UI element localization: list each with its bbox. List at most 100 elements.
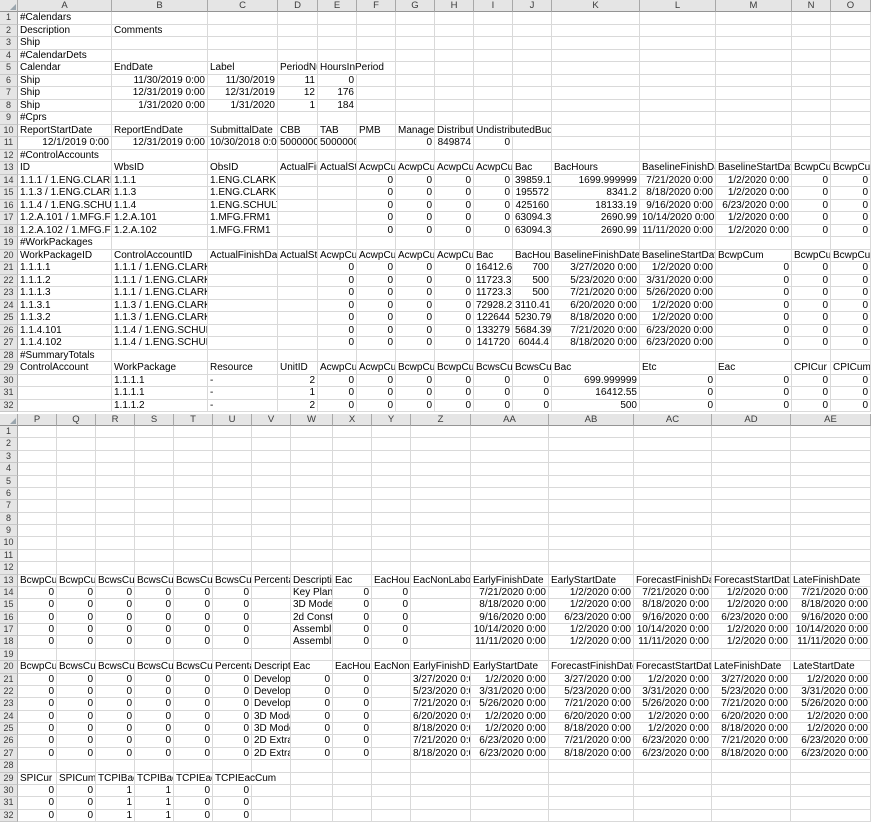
cell-Y17[interactable]: 0 — [372, 624, 411, 636]
cell-X6[interactable] — [333, 488, 372, 500]
cell-G17[interactable]: 0 — [396, 212, 435, 225]
cell-L10[interactable] — [640, 125, 716, 138]
cell-O7[interactable] — [831, 87, 871, 100]
cell-AD28[interactable] — [712, 760, 791, 772]
cell-A22[interactable]: 1.1.1.2 — [18, 275, 112, 288]
cell-S26[interactable]: 0 — [135, 735, 174, 747]
cell-E3[interactable] — [318, 37, 357, 50]
cell-H30[interactable]: 0 — [435, 375, 474, 388]
cell-P9[interactable] — [18, 525, 57, 537]
cell-AD5[interactable] — [712, 476, 791, 488]
cell-I12[interactable] — [474, 150, 513, 163]
cell-Y8[interactable] — [372, 513, 411, 525]
cell-H17[interactable]: 0 — [435, 212, 474, 225]
cell-X23[interactable]: 0 — [333, 698, 372, 710]
cell-Z26[interactable]: 7/21/2020 0:00 — [411, 735, 471, 747]
cell-AB12[interactable] — [549, 562, 634, 574]
cell-E1[interactable] — [318, 12, 357, 25]
top-col-header-A[interactable]: A — [18, 0, 112, 12]
cell-AD14[interactable]: 1/2/2020 0:00 — [712, 587, 791, 599]
cell-AB19[interactable] — [549, 649, 634, 661]
cell-F31[interactable]: 0 — [357, 387, 396, 400]
cell-L31[interactable]: 0 — [640, 387, 716, 400]
cell-B11[interactable]: 12/31/2019 0:00 — [112, 137, 208, 150]
cell-B25[interactable]: 1.1.3 / 1.ENG.CLARK — [112, 312, 208, 325]
cell-S32[interactable]: 1 — [135, 810, 174, 822]
cell-W10[interactable] — [291, 537, 333, 549]
cell-U14[interactable]: 0 — [213, 587, 252, 599]
cell-J15[interactable]: 195572 — [513, 187, 552, 200]
cell-F11[interactable] — [357, 137, 396, 150]
cell-P26[interactable]: 0 — [18, 735, 57, 747]
cell-Q6[interactable] — [57, 488, 96, 500]
cell-AC19[interactable] — [634, 649, 712, 661]
cell-U5[interactable] — [213, 476, 252, 488]
cell-P23[interactable]: 0 — [18, 698, 57, 710]
cell-N9[interactable] — [792, 112, 831, 125]
cell-P27[interactable]: 0 — [18, 748, 57, 760]
top-row-header-7[interactable]: 7 — [0, 87, 18, 100]
cell-Q10[interactable] — [57, 537, 96, 549]
cell-E13[interactable]: ActualSta — [318, 162, 357, 175]
cell-B20[interactable]: ControlAccountID — [112, 250, 208, 263]
cell-F21[interactable]: 0 — [357, 262, 396, 275]
cell-L6[interactable] — [640, 75, 716, 88]
cell-V16[interactable] — [252, 612, 291, 624]
top-row-header-22[interactable]: 22 — [0, 275, 18, 288]
cell-Q19[interactable] — [57, 649, 96, 661]
cell-C11[interactable]: 10/30/2018 0:00 — [208, 137, 278, 150]
cell-AB2[interactable] — [549, 438, 634, 450]
cell-G32[interactable]: 0 — [396, 400, 435, 413]
cell-AA17[interactable]: 10/14/2020 0:00 — [471, 624, 549, 636]
cell-K9[interactable] — [552, 112, 640, 125]
cell-O23[interactable]: 0 — [831, 287, 871, 300]
cell-AE10[interactable] — [791, 537, 871, 549]
top-col-header-M[interactable]: M — [716, 0, 792, 12]
top-row-header-9[interactable]: 9 — [0, 112, 18, 125]
cell-E28[interactable] — [318, 350, 357, 363]
cell-K7[interactable] — [552, 87, 640, 100]
cell-I30[interactable]: 0 — [474, 375, 513, 388]
cell-G30[interactable]: 0 — [396, 375, 435, 388]
cell-C5[interactable]: Label — [208, 62, 278, 75]
cell-AA7[interactable] — [471, 500, 549, 512]
cell-M9[interactable] — [716, 112, 792, 125]
cell-U3[interactable] — [213, 451, 252, 463]
cell-Z21[interactable]: 3/27/2020 0:00 — [411, 674, 471, 686]
cell-J6[interactable] — [513, 75, 552, 88]
cell-AD15[interactable]: 1/2/2020 0:00 — [712, 599, 791, 611]
cell-B21[interactable]: 1.1.1 / 1.ENG.CLARK — [112, 262, 208, 275]
cell-K4[interactable] — [552, 50, 640, 63]
cell-X20[interactable]: EacHours — [333, 661, 372, 673]
cell-J3[interactable] — [513, 37, 552, 50]
cell-AC1[interactable] — [634, 426, 712, 438]
cell-X9[interactable] — [333, 525, 372, 537]
cell-P3[interactable] — [18, 451, 57, 463]
cell-B31[interactable]: 1.1.1.1 — [112, 387, 208, 400]
cell-D8[interactable]: 1 — [278, 100, 318, 113]
top-row-header-5[interactable]: 5 — [0, 62, 18, 75]
cell-C16[interactable]: 1.ENG.SCHULTZ — [208, 200, 278, 213]
cell-K27[interactable]: 8/18/2020 0:00 — [552, 337, 640, 350]
cell-AE5[interactable] — [791, 476, 871, 488]
cell-N30[interactable]: 0 — [792, 375, 831, 388]
cell-N29[interactable]: CPICur — [792, 362, 831, 375]
cell-G19[interactable] — [396, 237, 435, 250]
top-row-header-19[interactable]: 19 — [0, 237, 18, 250]
cell-C20[interactable]: ActualFinishDat — [208, 250, 278, 263]
cell-U8[interactable] — [213, 513, 252, 525]
cell-O9[interactable] — [831, 112, 871, 125]
cell-T1[interactable] — [174, 426, 213, 438]
cell-J20[interactable]: BacHours — [513, 250, 552, 263]
bottom-col-header-S[interactable]: S — [135, 414, 174, 426]
cell-A16[interactable]: 1.1.4 / 1.ENG.SCHULTZ — [18, 200, 112, 213]
cell-C4[interactable] — [208, 50, 278, 63]
cell-AE30[interactable] — [791, 785, 871, 797]
cell-C28[interactable] — [208, 350, 278, 363]
cell-AE21[interactable]: 1/2/2020 0:00 — [791, 674, 871, 686]
cell-Z14[interactable] — [411, 587, 471, 599]
cell-R22[interactable]: 0 — [96, 686, 135, 698]
cell-J25[interactable]: 5230.79 — [513, 312, 552, 325]
cell-AD31[interactable] — [712, 797, 791, 809]
cell-B10[interactable]: ReportEndDate — [112, 125, 208, 138]
